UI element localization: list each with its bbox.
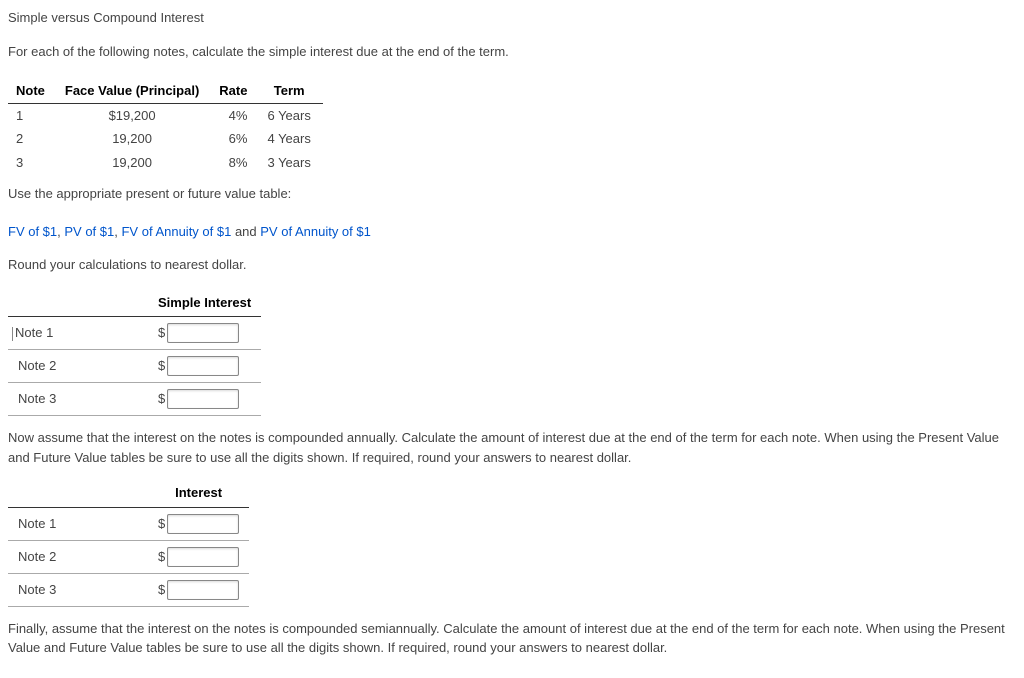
cell-note: 2 (8, 127, 57, 151)
simple-note2-input[interactable] (167, 356, 239, 376)
row-label: Note 1 (15, 325, 53, 340)
table-row: 3 19,200 8% 3 Years (8, 151, 323, 175)
row-label: Note 3 (8, 383, 148, 416)
link-pva1[interactable]: PV of Annuity of $1 (260, 224, 371, 239)
interest-header: Interest (148, 479, 249, 507)
sep-and: and (231, 224, 260, 239)
table-row: 1 $19,200 4% 6 Years (8, 103, 323, 127)
currency-symbol: $ (158, 356, 165, 376)
col-rate-header: Rate (211, 79, 259, 103)
cell-rate: 6% (211, 127, 259, 151)
cell-face: 19,200 (57, 127, 211, 151)
notes-data-table: Note Face Value (Principal) Rate Term 1 … (8, 79, 323, 174)
link-pv1[interactable]: PV of $1 (64, 224, 114, 239)
cell-note: 1 (8, 103, 57, 127)
cell-term: 3 Years (259, 151, 322, 175)
simple-interest-section: Simple Interest Note 1 $ Note 2 $ Note 3… (8, 289, 1016, 417)
annual-note2-input[interactable] (167, 547, 239, 567)
simple-interest-header: Simple Interest (148, 289, 261, 317)
page-title: Simple versus Compound Interest (8, 8, 1016, 28)
round-note: Round your calculations to nearest dolla… (8, 255, 1016, 275)
cell-term: 6 Years (259, 103, 322, 127)
row-label: Note 2 (8, 540, 148, 573)
compound-annual-section: Interest Note 1 $ Note 2 $ Note 3 $ (8, 479, 1016, 607)
cell-rate: 4% (211, 103, 259, 127)
table-row: 2 19,200 6% 4 Years (8, 127, 323, 151)
row-label: Note 1 (8, 507, 148, 540)
annual-note3-input[interactable] (167, 580, 239, 600)
cell-rate: 8% (211, 151, 259, 175)
compound-semi-paragraph: Finally, assume that the interest on the… (8, 619, 1016, 658)
compound-annual-paragraph: Now assume that the interest on the note… (8, 428, 1016, 467)
cell-note: 3 (8, 151, 57, 175)
simple-note3-input[interactable] (167, 389, 239, 409)
link-fva1[interactable]: FV of Annuity of $1 (121, 224, 231, 239)
cell-face: $19,200 (57, 103, 211, 127)
col-note-header: Note (8, 79, 57, 103)
link-fv1[interactable]: FV of $1 (8, 224, 57, 239)
link-preface: Use the appropriate present or future va… (8, 184, 1016, 204)
currency-symbol: $ (158, 547, 165, 567)
currency-symbol: $ (158, 514, 165, 534)
col-face-header: Face Value (Principal) (57, 79, 211, 103)
col-term-header: Term (259, 79, 322, 103)
cell-face: 19,200 (57, 151, 211, 175)
simple-note1-input[interactable] (167, 323, 239, 343)
currency-symbol: $ (158, 580, 165, 600)
value-table-links: FV of $1, PV of $1, FV of Annuity of $1 … (8, 222, 1016, 242)
row-label: Note 3 (8, 573, 148, 606)
intro-text: For each of the following notes, calcula… (8, 42, 1016, 62)
currency-symbol: $ (158, 389, 165, 409)
currency-symbol: $ (158, 323, 165, 343)
cell-term: 4 Years (259, 127, 322, 151)
annual-note1-input[interactable] (167, 514, 239, 534)
row-label: Note 2 (8, 350, 148, 383)
